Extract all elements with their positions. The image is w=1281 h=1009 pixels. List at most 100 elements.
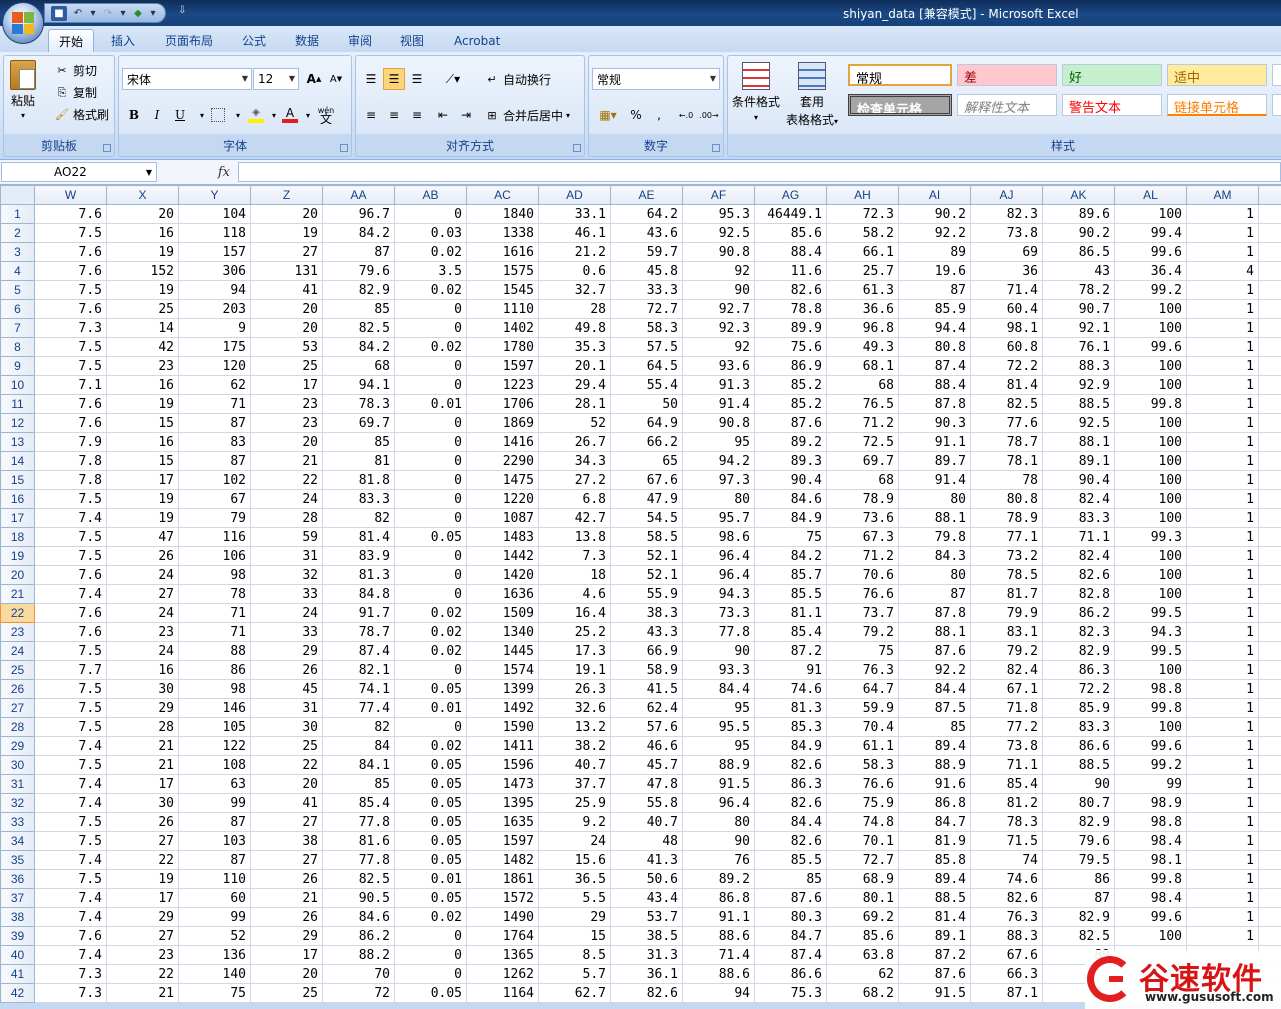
- cell[interactable]: 19: [106, 242, 179, 262]
- row-header[interactable]: 17: [0, 508, 35, 528]
- cell[interactable]: 7.6: [34, 565, 107, 585]
- cell[interactable]: 85.9: [898, 299, 971, 319]
- cell[interactable]: 82.9: [1042, 907, 1115, 927]
- row-header[interactable]: 29: [0, 736, 35, 756]
- cell[interactable]: 95: [682, 698, 755, 718]
- cell[interactable]: 0.03: [394, 223, 467, 243]
- cell[interactable]: 65: [610, 451, 683, 471]
- cell[interactable]: 100: [1114, 584, 1187, 604]
- cell[interactable]: 0.05: [394, 527, 467, 547]
- cell[interactable]: 70: [322, 964, 395, 984]
- cell[interactable]: 91.1: [898, 432, 971, 452]
- cell[interactable]: 75.3: [754, 983, 827, 1003]
- cell[interactable]: 33: [250, 622, 323, 642]
- cell[interactable]: 85: [754, 869, 827, 889]
- cell[interactable]: 20.1: [538, 356, 611, 376]
- cell[interactable]: 27.2: [538, 470, 611, 490]
- cell[interactable]: 0.05: [394, 679, 467, 699]
- cell[interactable]: 81.9: [898, 831, 971, 851]
- cell[interactable]: 94.3: [1114, 622, 1187, 642]
- cell[interactable]: 1616: [466, 242, 539, 262]
- cell[interactable]: 84.4: [754, 812, 827, 832]
- cell[interactable]: 1: [1186, 299, 1259, 319]
- name-box[interactable]: AO22 ▼: [1, 162, 157, 182]
- cell[interactable]: 87.6: [754, 888, 827, 908]
- cell[interactable]: 1: [1186, 470, 1259, 490]
- cell[interactable]: 7.5: [34, 356, 107, 376]
- cell[interactable]: 77.6: [970, 413, 1043, 433]
- cell[interactable]: 7.4: [34, 888, 107, 908]
- cell[interactable]: 87: [178, 451, 251, 471]
- cell[interactable]: 55.8: [610, 793, 683, 813]
- cell[interactable]: 95: [682, 736, 755, 756]
- cell[interactable]: 28.1: [538, 394, 611, 414]
- style-more-top[interactable]: [1272, 64, 1281, 86]
- cell[interactable]: 0.05: [394, 983, 467, 1003]
- cell[interactable]: 99.5: [1114, 641, 1187, 661]
- cell[interactable]: 99: [1114, 774, 1187, 794]
- cell[interactable]: 90.3: [898, 413, 971, 433]
- cell[interactable]: 52.1: [610, 546, 683, 566]
- cell[interactable]: 83.1: [970, 622, 1043, 642]
- cell[interactable]: 18: [538, 565, 611, 585]
- cell[interactable]: 16: [106, 432, 179, 452]
- cell[interactable]: 85.2: [754, 375, 827, 395]
- cell[interactable]: 86.8: [898, 793, 971, 813]
- cell[interactable]: 80.1: [826, 888, 899, 908]
- cell[interactable]: 102: [178, 470, 251, 490]
- cell[interactable]: 92.9: [1042, 375, 1115, 395]
- cell[interactable]: 0: [394, 318, 467, 338]
- cell[interactable]: 82.4: [1042, 546, 1115, 566]
- cell[interactable]: 83.3: [322, 489, 395, 509]
- cell[interactable]: 7.5: [34, 755, 107, 775]
- font-size-select[interactable]: 12 ▼: [253, 68, 299, 90]
- cell[interactable]: 90.4: [1042, 470, 1115, 490]
- cell[interactable]: 89.6: [1042, 204, 1115, 224]
- cell[interactable]: 81.4: [898, 907, 971, 927]
- cell[interactable]: 70.4: [826, 717, 899, 737]
- cell[interactable]: 88.6: [682, 926, 755, 946]
- cell[interactable]: 1: [1186, 755, 1259, 775]
- cell[interactable]: 43.6: [610, 223, 683, 243]
- cell[interactable]: 1: [1186, 622, 1259, 642]
- cell[interactable]: 66.1: [826, 242, 899, 262]
- cell[interactable]: 1: [1186, 660, 1259, 680]
- cell[interactable]: 58.3: [826, 755, 899, 775]
- cell[interactable]: 61.3: [826, 280, 899, 300]
- cell[interactable]: [1258, 603, 1281, 623]
- cell[interactable]: 87: [178, 413, 251, 433]
- cell[interactable]: 86.5: [1042, 242, 1115, 262]
- cell[interactable]: 95: [682, 432, 755, 452]
- cell[interactable]: 1402: [466, 318, 539, 338]
- cell[interactable]: 72.5: [826, 432, 899, 452]
- cell[interactable]: 87.8: [898, 603, 971, 623]
- cell[interactable]: 93.3: [682, 660, 755, 680]
- cell[interactable]: 90: [682, 831, 755, 851]
- cell[interactable]: 116: [178, 527, 251, 547]
- cell[interactable]: 0.02: [394, 280, 467, 300]
- cell[interactable]: 5.7: [538, 964, 611, 984]
- cell[interactable]: 13.2: [538, 717, 611, 737]
- align-center-button[interactable]: ≡: [383, 104, 405, 126]
- cell[interactable]: [1258, 337, 1281, 357]
- cell[interactable]: [1258, 793, 1281, 813]
- cell[interactable]: 1: [1186, 546, 1259, 566]
- row-header[interactable]: 14: [0, 451, 35, 471]
- cell[interactable]: 99.8: [1114, 394, 1187, 414]
- row-header[interactable]: 36: [0, 869, 35, 889]
- cell[interactable]: 58.3: [610, 318, 683, 338]
- cell[interactable]: 1473: [466, 774, 539, 794]
- cell[interactable]: 22: [106, 964, 179, 984]
- cell[interactable]: 82.4: [970, 660, 1043, 680]
- cell[interactable]: 152: [106, 261, 179, 281]
- cell[interactable]: 1: [1186, 736, 1259, 756]
- cell[interactable]: 27: [106, 584, 179, 604]
- cell[interactable]: 91: [754, 660, 827, 680]
- cell[interactable]: [1258, 755, 1281, 775]
- cell[interactable]: 88.9: [898, 755, 971, 775]
- cell[interactable]: 0.02: [394, 622, 467, 642]
- cell[interactable]: 99.8: [1114, 698, 1187, 718]
- row-header[interactable]: 12: [0, 413, 35, 433]
- cell[interactable]: 28: [106, 717, 179, 737]
- cell[interactable]: 25.9: [538, 793, 611, 813]
